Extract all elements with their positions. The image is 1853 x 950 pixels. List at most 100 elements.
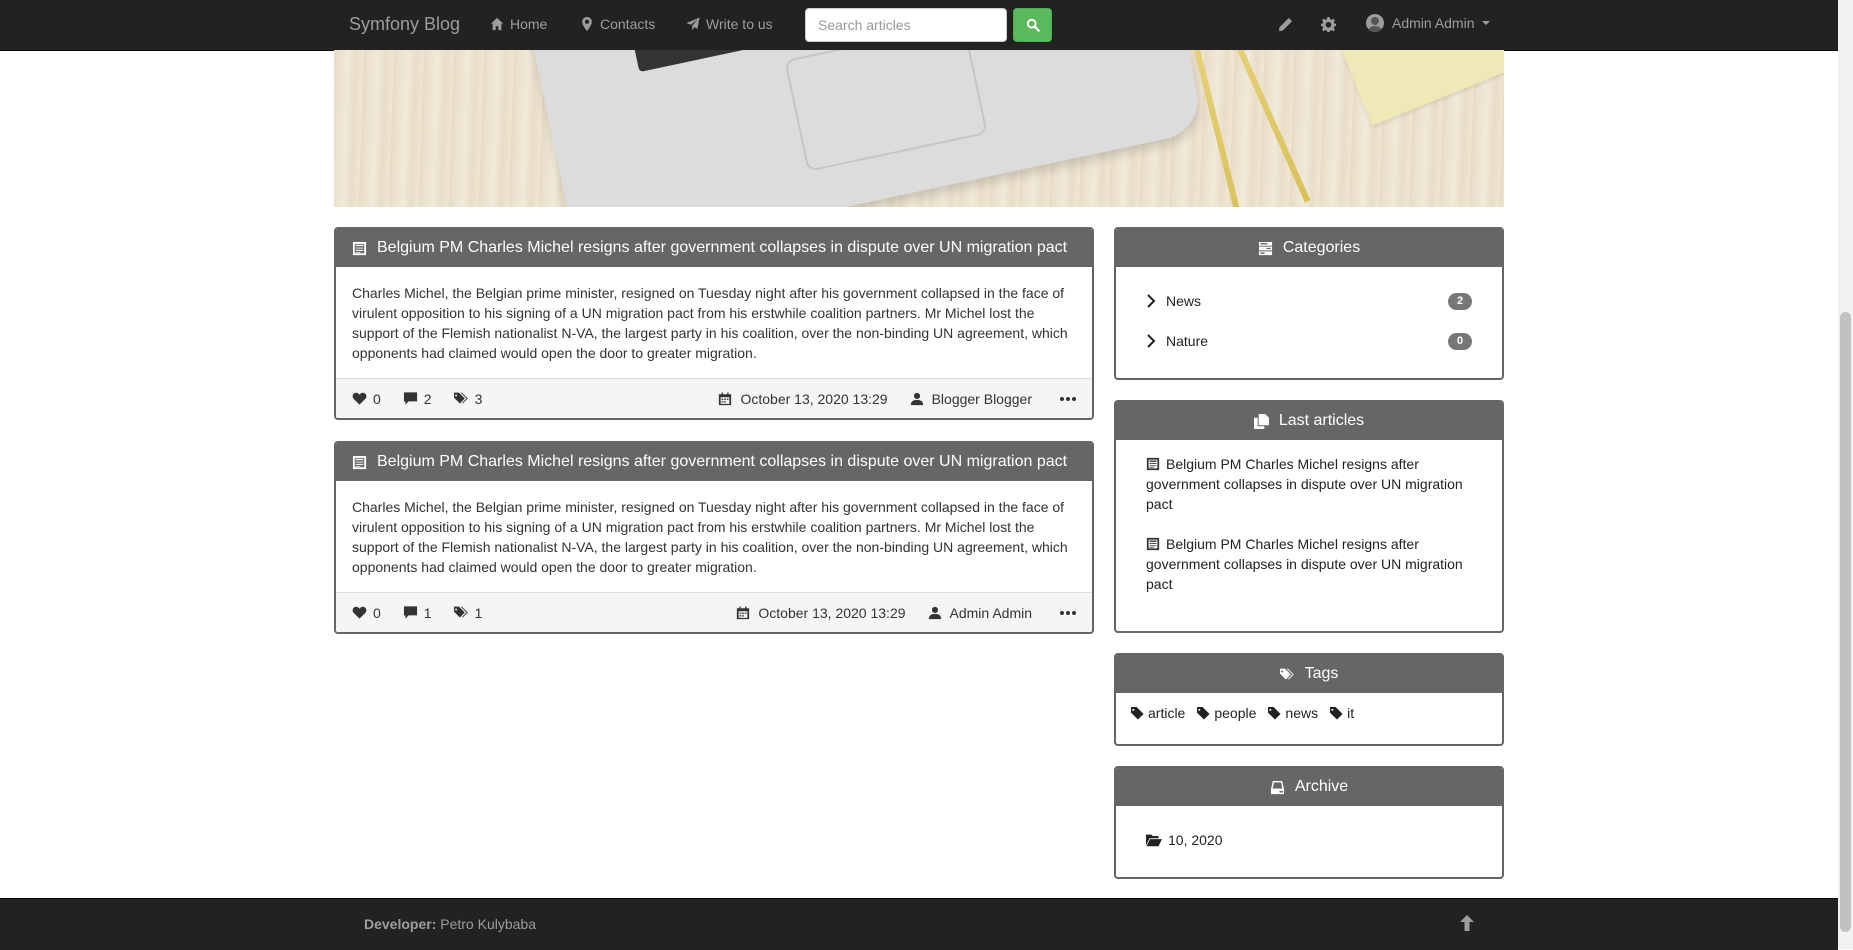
tag-label: news [1285, 705, 1319, 721]
hdd-icon [1270, 780, 1284, 794]
category-list: News 2 Nature 0 [1116, 267, 1502, 375]
comment-icon [403, 392, 417, 405]
article-author-link[interactable]: Blogger Blogger [910, 391, 1032, 407]
like-button[interactable]: 0 [352, 391, 381, 407]
tag-label: article [1148, 705, 1186, 721]
article-title-link[interactable]: Belgium PM Charles Michel resigns after … [377, 239, 1067, 257]
comments-link[interactable]: 1 [403, 605, 432, 621]
category-item-news[interactable]: News 2 [1146, 281, 1472, 321]
tag-link-people[interactable]: people [1197, 705, 1256, 721]
archive-link[interactable]: 10, 2020 [1116, 806, 1502, 874]
settings-button[interactable] [1319, 15, 1337, 33]
archive-panel: Archive 10, 2020 [1114, 766, 1504, 879]
article-excerpt: Charles Michel, the Belgian prime minist… [352, 499, 1068, 575]
categories-panel: Categories News 2 Nature 0 [1114, 227, 1504, 380]
pencil-icon [1278, 17, 1292, 31]
article-footer: 0 1 1 October 13, 2020 13:29 Admin Admin [336, 592, 1092, 632]
user-icon [928, 606, 941, 619]
developer-credit: Developer: Petro Kulybaba [364, 916, 536, 932]
last-article-link[interactable]: Belgium PM Charles Michel resigns after … [1146, 454, 1472, 514]
heart-icon [352, 392, 367, 405]
tags-link[interactable]: 3 [453, 390, 483, 407]
tag-icon [1131, 706, 1144, 720]
archive-heading: Archive [1116, 768, 1502, 806]
category-count-badge: 2 [1448, 292, 1472, 310]
folder-open-icon [1146, 834, 1162, 847]
article-author-link[interactable]: Admin Admin [928, 605, 1032, 621]
last-articles-heading: Last articles [1116, 402, 1502, 440]
more-options-button[interactable] [1060, 610, 1076, 616]
scrollbar-thumb[interactable] [1840, 312, 1851, 932]
tag-icon [1330, 706, 1343, 720]
developer-name: Petro Kulybaba [440, 916, 536, 932]
article-date: October 13, 2020 13:29 [718, 391, 888, 407]
last-articles-panel: Last articles Belgium PM Charles Michel … [1114, 400, 1504, 633]
newspaper-icon [1146, 457, 1160, 471]
calendar-icon [719, 391, 732, 405]
category-item-nature[interactable]: Nature 0 [1146, 321, 1472, 361]
tag-count: 1 [474, 604, 483, 621]
tag-link-article[interactable]: article [1131, 705, 1185, 721]
tag-icon [1197, 706, 1210, 720]
tag-link-it[interactable]: it [1330, 705, 1354, 721]
hero-image [334, 50, 1504, 207]
paper-plane-icon [686, 17, 700, 31]
article-footer: 0 2 3 October 13, 2020 13:29 Blogger Blo… [336, 378, 1092, 418]
newspaper-icon [352, 455, 367, 469]
comment-count: 2 [423, 390, 432, 407]
article-card: Belgium PM Charles Michel resigns after … [334, 441, 1094, 634]
tag-list: article people news it [1116, 693, 1502, 733]
ellipsis-icon [1060, 396, 1076, 401]
hero-sticky-note-shape [1327, 50, 1504, 126]
category-count-badge: 0 [1448, 332, 1472, 350]
nav-home-label: Home [510, 16, 548, 32]
comments-link[interactable]: 2 [403, 391, 432, 407]
article-heading: Belgium PM Charles Michel resigns after … [336, 229, 1092, 267]
search-button[interactable] [1013, 8, 1052, 42]
edit-button[interactable] [1276, 15, 1294, 33]
nav-home-link[interactable]: Home [490, 16, 547, 32]
nav-contacts-link[interactable]: Contacts [580, 16, 655, 32]
home-icon [490, 17, 504, 31]
article-author-name: Blogger Blogger [931, 390, 1032, 407]
article-title-link[interactable]: Belgium PM Charles Michel resigns after … [377, 453, 1067, 471]
article-heading: Belgium PM Charles Michel resigns after … [336, 443, 1092, 481]
caret-down-icon [1482, 21, 1491, 25]
user-name: Admin Admin [1392, 15, 1475, 31]
ellipsis-icon [1060, 610, 1076, 615]
scroll-to-top-button[interactable] [1460, 915, 1476, 931]
arrow-up-icon [1460, 915, 1474, 931]
nav-write-link[interactable]: Write to us [686, 16, 773, 32]
copy-icon [1253, 413, 1269, 429]
more-options-button[interactable] [1060, 396, 1076, 402]
tags-heading: Tags [1116, 655, 1502, 693]
tag-link-news[interactable]: news [1268, 705, 1318, 721]
gear-icon [1320, 16, 1336, 32]
user-icon [910, 392, 923, 405]
tasks-icon [1258, 241, 1272, 255]
page-scrollbar[interactable] [1838, 0, 1853, 949]
comment-icon [403, 606, 417, 619]
tags-link[interactable]: 1 [453, 604, 483, 621]
last-article-link[interactable]: Belgium PM Charles Michel resigns after … [1146, 534, 1472, 594]
hero-pencil-shape [1189, 50, 1245, 207]
last-articles-list: Belgium PM Charles Michel resigns after … [1116, 440, 1502, 628]
calendar-icon [737, 605, 750, 619]
search-input[interactable] [805, 8, 1007, 42]
article-excerpt: Charles Michel, the Belgian prime minist… [352, 285, 1068, 361]
tag-count: 3 [474, 390, 483, 407]
article-card: Belgium PM Charles Michel resigns after … [334, 227, 1094, 420]
map-marker-icon [582, 17, 592, 31]
newspaper-icon [352, 241, 367, 255]
last-articles-title: Last articles [1278, 412, 1365, 429]
article-date-text: October 13, 2020 13:29 [758, 604, 906, 621]
brand-link[interactable]: Symfony Blog [349, 14, 460, 35]
like-button[interactable]: 0 [352, 605, 381, 621]
nav-write-label: Write to us [706, 16, 773, 32]
hero-pencil-shape [1223, 50, 1311, 203]
top-navbar: Symfony Blog Home Contacts Write to us A… [0, 0, 1838, 51]
search-icon [1026, 18, 1040, 32]
like-count: 0 [373, 604, 381, 621]
developer-label: Developer: [364, 916, 437, 932]
user-menu-dropdown[interactable]: Admin Admin [1366, 14, 1491, 32]
